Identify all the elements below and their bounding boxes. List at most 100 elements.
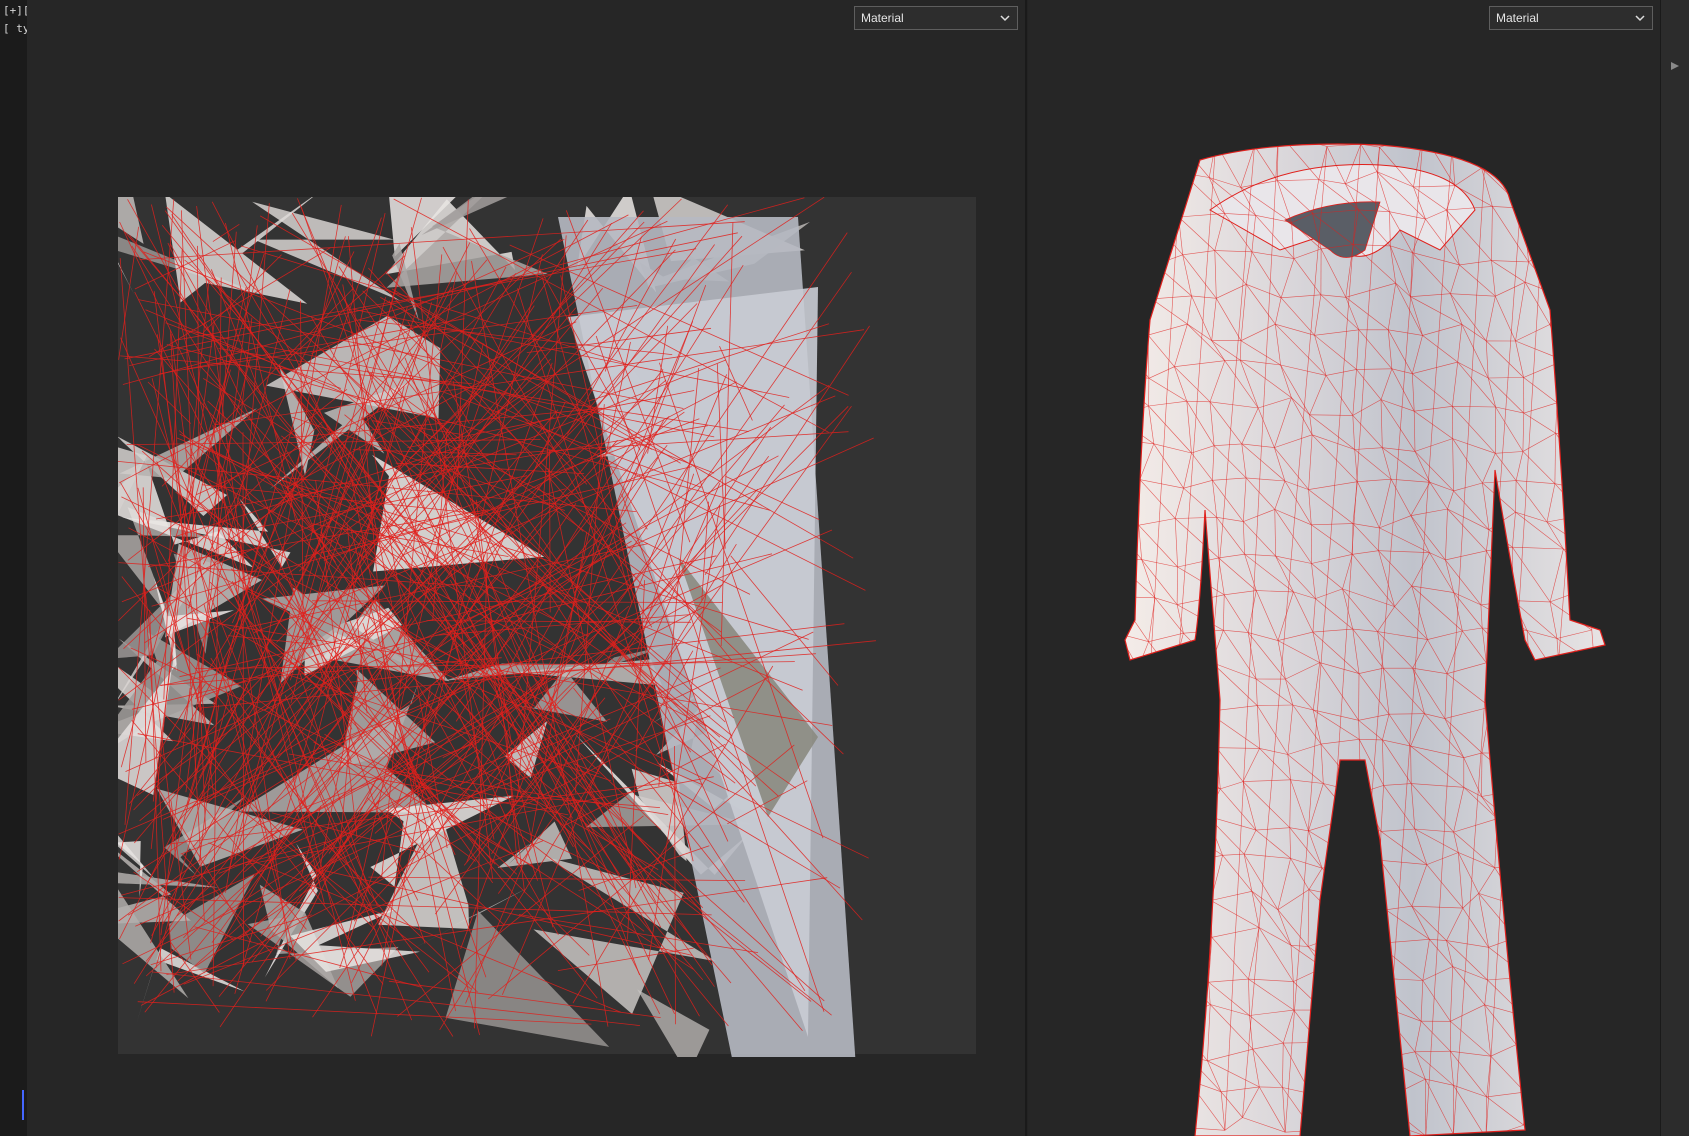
mesh-edge (1524, 1091, 1549, 1093)
mesh-edge (1080, 257, 1114, 258)
mesh-edge (1559, 662, 1595, 680)
mesh-edge (1181, 145, 1183, 174)
viewport-object-label[interactable]: [ tyFl (3, 22, 27, 35)
mesh-edge (1349, 931, 1379, 979)
mesh-edge (1565, 902, 1586, 935)
mesh-edge (1515, 937, 1528, 978)
mesh-edge (1310, 1093, 1346, 1135)
mesh-edge (1085, 561, 1086, 600)
arrow-right-icon[interactable] (1669, 60, 1681, 72)
mesh-edge (1581, 1059, 1597, 1100)
mesh-edge (1139, 1095, 1145, 1129)
mesh-edge (1516, 866, 1520, 907)
mesh-edge (1125, 718, 1142, 720)
mesh-edge (1580, 169, 1592, 207)
right-toolbar-strip (1660, 0, 1689, 1136)
mesh-edge (1141, 172, 1183, 175)
mesh-edge (1322, 967, 1358, 1016)
mesh-edge (1125, 933, 1145, 983)
mesh-edge (1105, 181, 1122, 219)
shading-dropdown-right[interactable]: Material (1489, 6, 1653, 30)
mesh-edge (1109, 634, 1119, 668)
mesh-edge (1086, 871, 1118, 895)
mesh-edge (1080, 1015, 1083, 1052)
mesh-edge (1125, 1062, 1140, 1097)
mesh-edge (1523, 1117, 1547, 1126)
mesh-edge (1310, 1093, 1314, 1131)
mesh-edge (1125, 894, 1153, 930)
mesh-edge (1357, 1015, 1385, 1059)
mesh-edge (1139, 1056, 1152, 1097)
mesh-edge (1520, 700, 1554, 738)
mesh-edge (1125, 144, 1142, 175)
mesh-edge (1381, 1057, 1385, 1101)
mesh-edge (1173, 930, 1191, 969)
mesh-edge (1080, 440, 1121, 442)
mesh-edge (1152, 929, 1174, 969)
mesh-edge (1106, 719, 1117, 757)
mesh-edge (1490, 706, 1526, 754)
mesh-edge (1118, 895, 1121, 934)
mesh-edge (1357, 1004, 1377, 1016)
mesh-edge (1358, 1047, 1385, 1059)
mesh-edge (1175, 1020, 1208, 1061)
mesh-edge (1343, 1083, 1384, 1122)
mesh-edge (1125, 373, 1149, 379)
mesh-edge (1154, 851, 1187, 863)
mesh-edge (1080, 257, 1087, 300)
mesh-edge (1087, 479, 1107, 516)
mesh-edge (1525, 832, 1564, 872)
mesh-edge (1173, 968, 1211, 1005)
mesh-edge (1548, 144, 1598, 150)
mesh-edge (1080, 601, 1086, 631)
mesh-edge (1080, 785, 1111, 829)
mesh-edge (1559, 679, 1597, 706)
mesh-edge (1172, 673, 1208, 712)
axis-gizmo-icon (22, 1090, 24, 1120)
uv-wireframe-render (118, 197, 978, 1057)
mesh-edge (1086, 597, 1118, 601)
mesh-edge (1553, 700, 1557, 738)
mesh-edge (1080, 631, 1109, 668)
mesh-edge (1080, 1100, 1084, 1126)
mesh-edge (1524, 1091, 1547, 1118)
mesh-edge (1549, 169, 1592, 172)
mesh-edge (1144, 740, 1151, 777)
mesh-edge (1082, 815, 1108, 870)
mesh-edge (1556, 700, 1597, 706)
mesh-edge (1357, 980, 1378, 1005)
mesh-edge (1481, 627, 1531, 680)
mesh-edge (1527, 976, 1549, 1011)
mesh-edge (1352, 817, 1359, 862)
mesh-edge (1376, 978, 1379, 1005)
mesh-edge (1125, 373, 1149, 407)
mesh-edge (1183, 829, 1187, 862)
mesh-edge (1109, 330, 1114, 374)
mesh-edge (1581, 965, 1598, 1011)
mesh-edge (1523, 753, 1526, 790)
mesh-edge (1559, 292, 1600, 296)
mesh-edge (1085, 561, 1118, 596)
mesh-edge (1352, 817, 1381, 861)
mesh-edge (1206, 662, 1213, 712)
mesh-edge (1551, 787, 1561, 831)
mesh-edge (1321, 868, 1346, 898)
mesh-edge (1344, 896, 1378, 944)
mesh-edge (1523, 976, 1528, 1016)
mesh-edge (1556, 402, 1594, 443)
mesh-edge (1114, 285, 1117, 329)
mesh-edge (1516, 866, 1563, 872)
mesh-edge (1584, 904, 1597, 935)
viewport-menu-label[interactable]: [+][ (3, 4, 27, 17)
shading-dropdown-left[interactable]: Material (854, 6, 1018, 30)
mesh-edge (1080, 934, 1121, 944)
mesh-edge (1144, 1126, 1173, 1129)
mesh-edge (1081, 511, 1085, 561)
mesh-edge (1520, 679, 1531, 702)
mesh-edge (1153, 144, 1183, 174)
mesh-edge (1125, 180, 1158, 227)
mesh-edge (1080, 257, 1117, 286)
mesh-edge (1080, 141, 1110, 144)
coverall-model (1080, 140, 1620, 1136)
mesh-edge (1584, 749, 1587, 792)
